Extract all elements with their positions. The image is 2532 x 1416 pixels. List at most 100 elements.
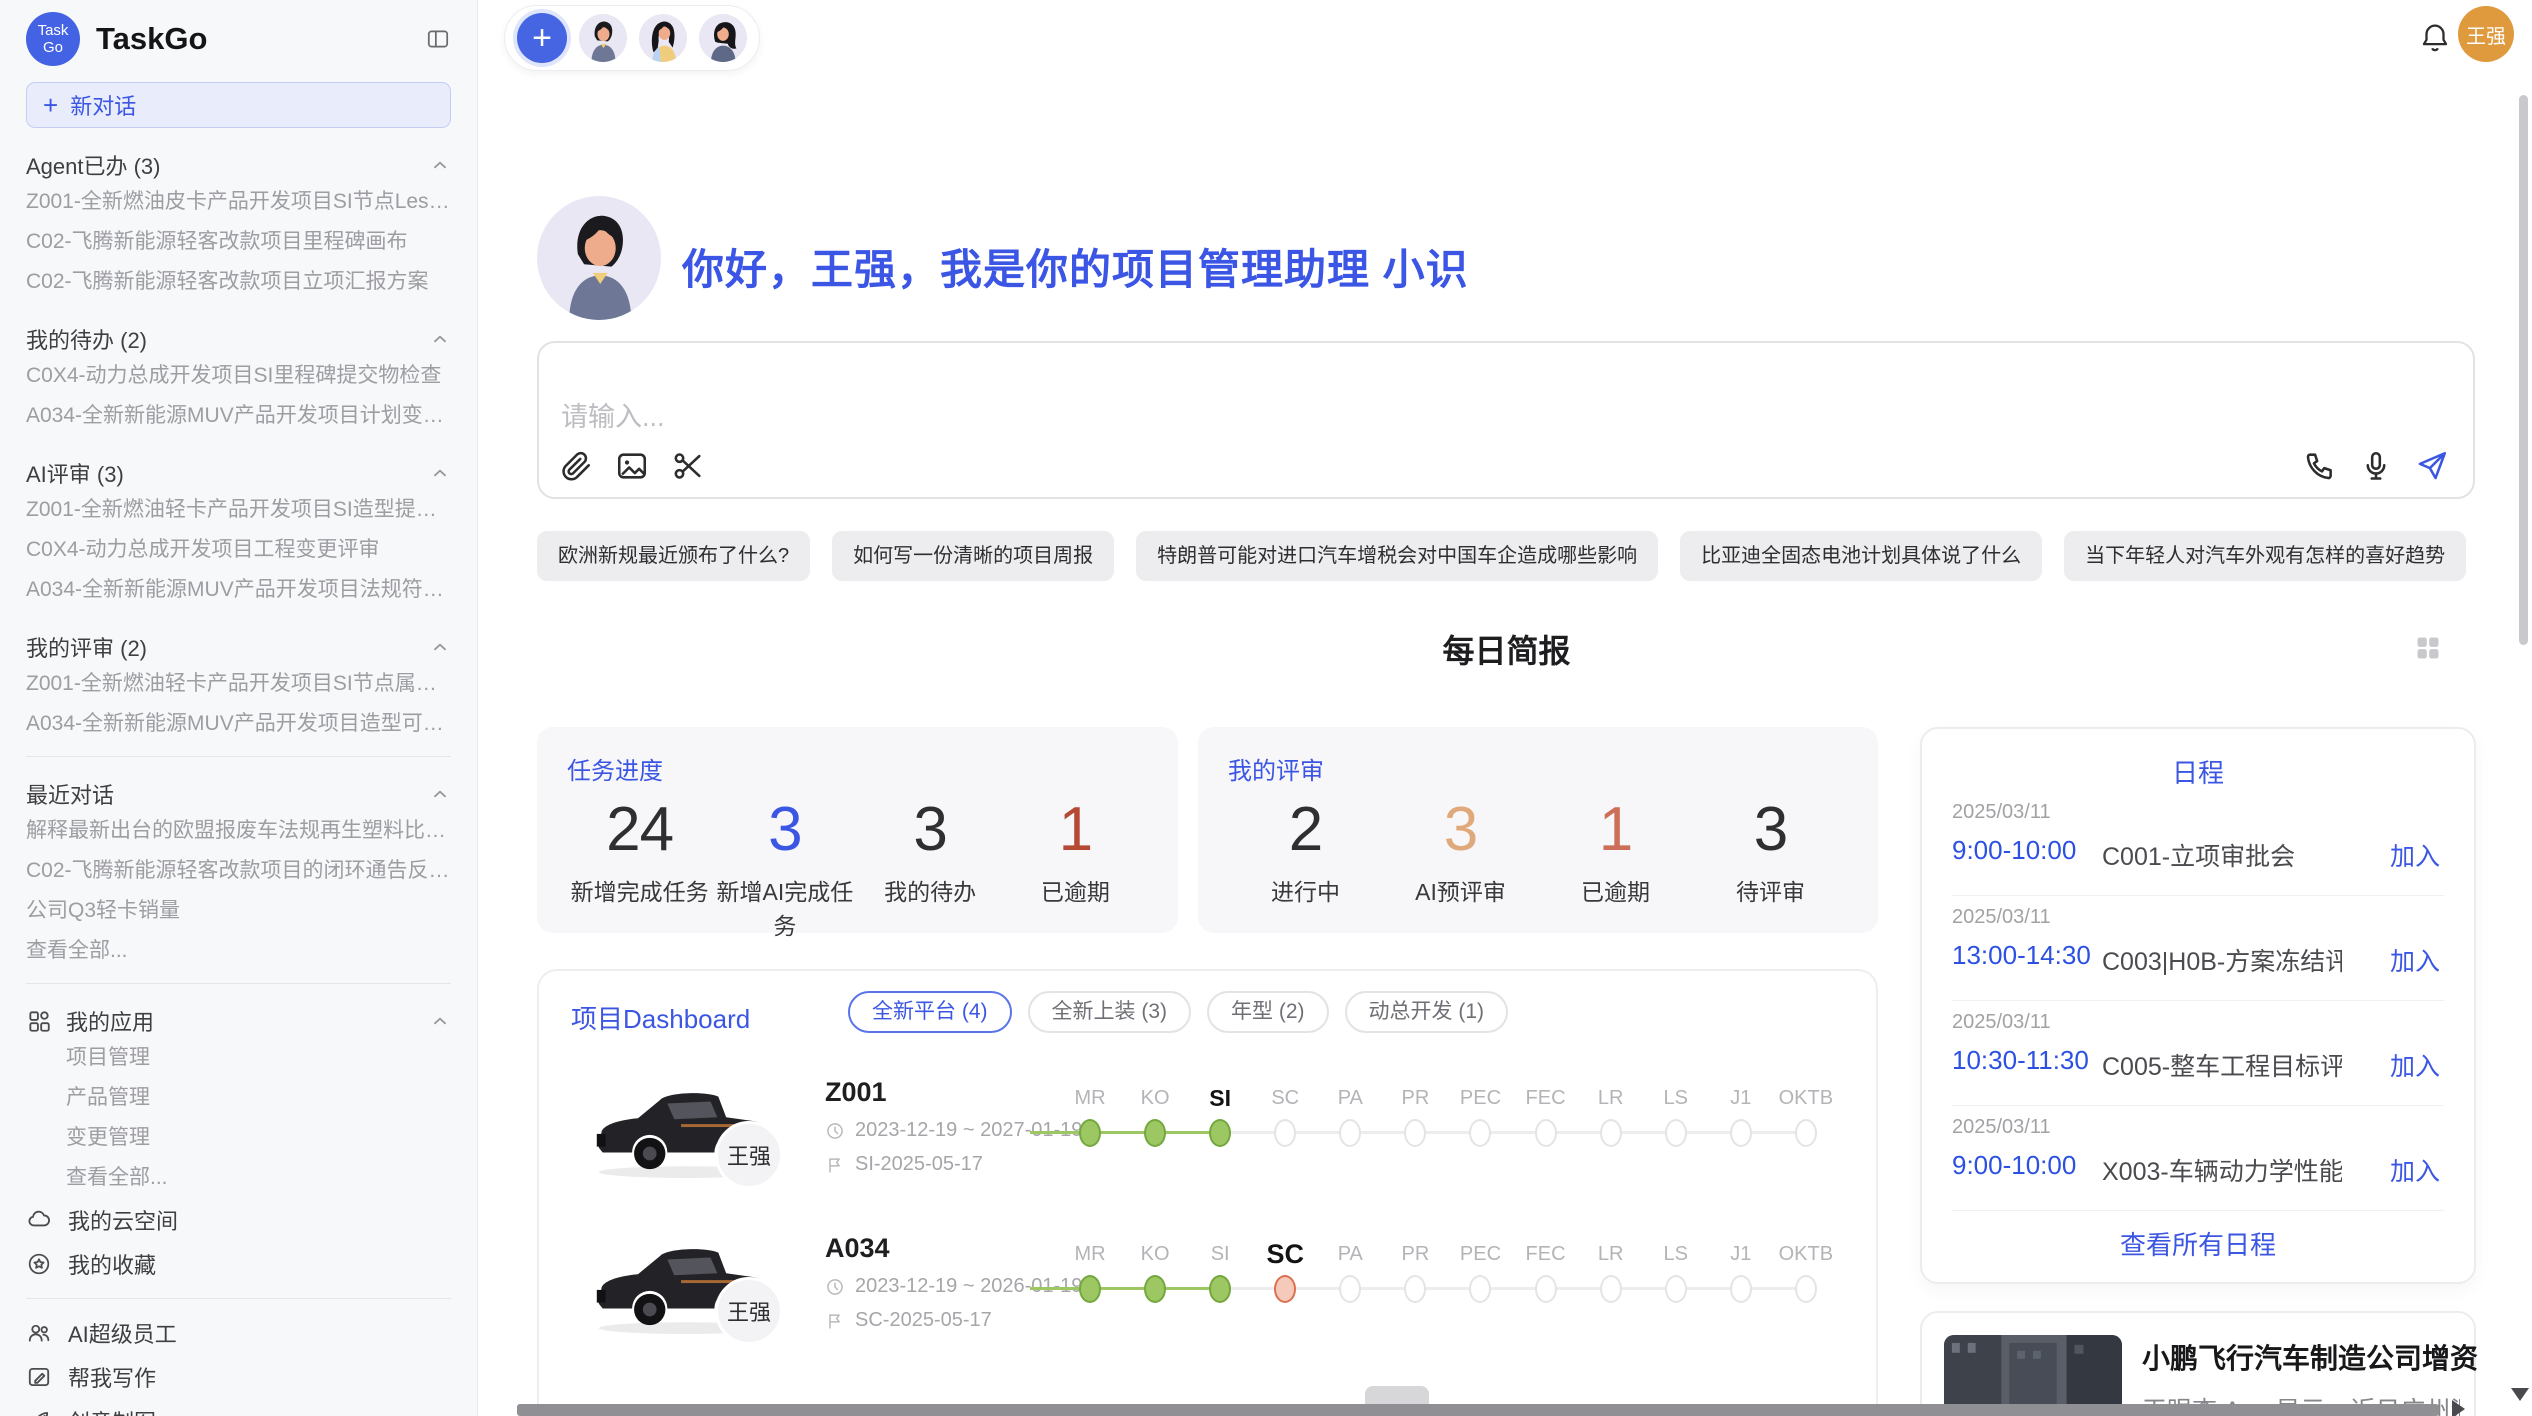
panel-collapse-icon[interactable] [425, 26, 451, 52]
sidebar-item[interactable]: A034-全新新能源MUV产品开发项目法规符合性评审 [26, 570, 451, 610]
add-member-button[interactable]: + [517, 13, 567, 63]
event-join-link[interactable]: 加入 [2390, 1047, 2440, 1083]
vertical-scrollbar-thumb[interactable] [2519, 95, 2528, 645]
app-item[interactable]: 项目管理 [26, 1038, 451, 1078]
message-input[interactable]: 请输入... [537, 341, 2475, 499]
stat-label: 新增AI完成任务 [712, 873, 857, 941]
app-item[interactable]: 产品管理 [26, 1078, 451, 1118]
event-join-link[interactable]: 加入 [2390, 942, 2440, 978]
sidebar-item[interactable]: A034-全新新能源MUV产品开发项目计划变更表编写 [26, 396, 451, 436]
project-flag: SI-2025-05-17 [825, 1153, 983, 1176]
new-chat-button[interactable]: + 新对话 [26, 82, 451, 128]
milestone-node: J1 [1710, 1083, 1772, 1147]
recent-chat-item[interactable]: 公司Q3轻卡销量 [26, 891, 451, 931]
flag-icon [825, 1155, 845, 1175]
event-name: C005-整车工程目标评审 [2102, 1047, 2342, 1083]
stat-label: 待评审 [1693, 873, 1848, 907]
dashboard-tab[interactable]: 年型 (2) [1207, 991, 1329, 1033]
scroll-right-arrow-icon[interactable] [2452, 1400, 2465, 1416]
stat: 1已逾期 [1003, 794, 1148, 941]
app-title: TaskGo [96, 21, 207, 57]
milestone-node: PR [1384, 1083, 1446, 1147]
sidebar-item[interactable]: C0X4-动力总成开发项目SI里程碑提交物检查 [26, 356, 451, 396]
project-code: Z001 [825, 1077, 887, 1108]
image-icon[interactable] [615, 449, 649, 483]
milestone-node: SI [1189, 1083, 1251, 1147]
stat-label: 已逾期 [1538, 873, 1693, 907]
milestone-dot [1469, 1119, 1491, 1147]
user-name: 王强 [2466, 20, 2506, 49]
chevron-up-icon[interactable] [429, 1010, 451, 1032]
phone-icon[interactable] [2303, 449, 2337, 483]
scroll-down-arrow-icon[interactable] [2511, 1388, 2529, 1401]
milestone-node: OKTB [1775, 1239, 1837, 1303]
sidebar-item[interactable]: C02-飞腾新能源轻客改款项目立项汇报方案 [26, 262, 451, 302]
suggestion-chip[interactable]: 比亚迪全固态电池计划具体说了什么 [1680, 531, 2042, 581]
member-avatar[interactable] [579, 14, 627, 62]
milestone-node: KO [1124, 1239, 1186, 1303]
send-icon[interactable] [2415, 449, 2449, 483]
app-item[interactable]: 变更管理 [26, 1118, 451, 1158]
member-avatar[interactable] [639, 14, 687, 62]
chevron-up-icon[interactable] [429, 462, 451, 484]
schedule-view-all-link[interactable]: 查看所有日程 [1922, 1225, 2474, 1262]
daily-brief-title: 每日简报 [537, 626, 2476, 672]
news-card[interactable]: 小鹏飞行汽车制造公司增资 天眼查 App 显示，近日广州汇天飞行汽... [1920, 1311, 2476, 1416]
flag-icon [825, 1311, 845, 1331]
event-join-link[interactable]: 加入 [2390, 1152, 2440, 1188]
mic-icon[interactable] [2359, 449, 2393, 483]
brief-grid-icon[interactable] [2414, 634, 2442, 662]
stat-value: 1 [1003, 794, 1148, 865]
sidebar-section-label: Agent已办 (3) [26, 149, 161, 181]
sidebar-item[interactable]: A034-全新新能源MUV产品开发项目造型可行性评审 [26, 704, 451, 744]
horizontal-scrollbar-thumb[interactable] [517, 1404, 2439, 1416]
dashboard-tab[interactable]: 动总开发 (1) [1345, 991, 1509, 1033]
stat-value: 1 [1538, 794, 1693, 865]
suggestion-chip[interactable]: 如何写一份清晰的项目周报 [832, 531, 1114, 581]
sidebar-item[interactable]: Z001-全新燃油轻卡产品开发项目SI造型提交物评审 [26, 490, 451, 530]
chevron-up-icon[interactable] [429, 636, 451, 658]
milestone-label: LR [1580, 1083, 1642, 1113]
sidebar-item[interactable]: Z001-全新燃油轻卡产品开发项目SI节点属性5D文件评审 [26, 664, 451, 704]
apps-view-all-link[interactable]: 查看全部... [26, 1158, 451, 1198]
suggestion-chip[interactable]: 欧洲新规最近颁布了什么? [537, 531, 810, 581]
chevron-up-icon[interactable] [429, 328, 451, 350]
sidebar-item[interactable]: Z001-全新燃油皮卡产品开发项目SI节点Lesson Learn报告 [26, 182, 451, 222]
divider [26, 983, 451, 984]
bell-icon[interactable] [2418, 20, 2452, 54]
people-icon [26, 1320, 52, 1346]
scissors-icon[interactable] [671, 449, 705, 483]
stat: 2进行中 [1228, 794, 1383, 907]
suggestion-chip[interactable]: 特朗普可能对进口汽车增税会对中国车企造成哪些影响 [1136, 531, 1658, 581]
milestone-dot [1469, 1275, 1491, 1303]
stat-card: 任务进度24新增完成任务3新增AI完成任务3我的待办1已逾期 [537, 727, 1178, 933]
sidebar-shortcut[interactable]: 我的收藏 [26, 1242, 451, 1286]
event-date: 2025/03/11 [1952, 906, 2051, 929]
recent-chat-item[interactable]: 解释最新出台的欧盟报废车法规再生塑料比例被调至15%... [26, 811, 451, 851]
milestone-label: KO [1124, 1239, 1186, 1269]
chevron-up-icon[interactable] [429, 154, 451, 176]
dashboard-tab[interactable]: 全新上装 (3) [1028, 991, 1192, 1033]
sidebar-item[interactable]: C0X4-动力总成开发项目工程变更评审 [26, 530, 451, 570]
sidebar-tool[interactable]: AI超级员工 [26, 1311, 451, 1355]
sidebar: Task Go TaskGo + 新对话 Agent已办 (3)Z001-全新燃… [0, 0, 478, 1416]
event-name: C001-立项审批会 [2102, 837, 2342, 873]
member-avatar[interactable] [699, 14, 747, 62]
event-join-link[interactable]: 加入 [2390, 837, 2440, 873]
recent-chat-item[interactable]: C02-飞腾新能源轻客改款项目的闭环通告反馈情况 [26, 851, 451, 891]
milestone-row: MRKOSISCPAPRPECFECLRLSJ1OKTB [1059, 1239, 1837, 1303]
user-avatar[interactable]: 王强 [2458, 6, 2514, 62]
sidebar-item[interactable]: C02-飞腾新能源轻客改款项目里程碑画布 [26, 222, 451, 262]
milestone-node: J1 [1710, 1239, 1772, 1303]
milestone-dot [1274, 1275, 1296, 1303]
sidebar-shortcut[interactable]: 我的云空间 [26, 1198, 451, 1242]
suggestion-chip[interactable]: 当下年轻人对汽车外观有怎样的喜好趋势 [2064, 531, 2466, 581]
paperclip-icon[interactable] [559, 449, 593, 483]
dashboard-tab[interactable]: 全新平台 (4) [848, 991, 1012, 1033]
milestone-label: SI [1189, 1083, 1251, 1113]
recent-view-all-link[interactable]: 查看全部... [26, 931, 451, 971]
sidebar-tool[interactable]: 帮我写作 [26, 1355, 451, 1399]
stat: 3待评审 [1693, 794, 1848, 907]
chevron-up-icon[interactable] [429, 783, 451, 805]
sidebar-tool[interactable]: 创意制图 [26, 1399, 451, 1416]
